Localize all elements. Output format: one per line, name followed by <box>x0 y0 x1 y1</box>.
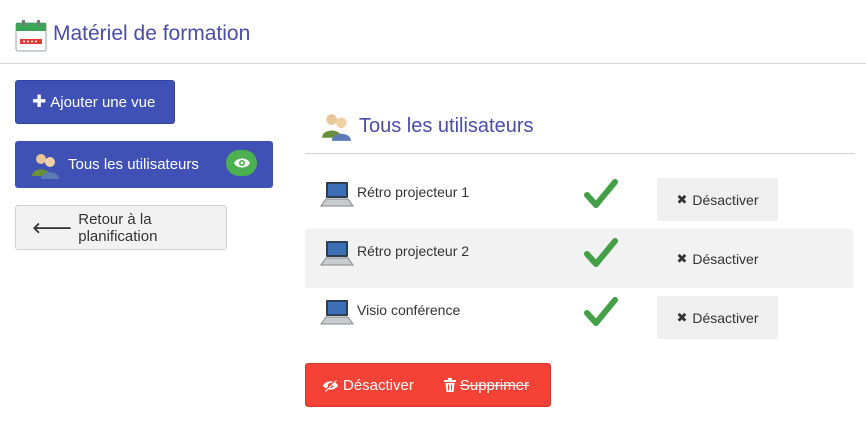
page-title: Matériel de formation <box>53 22 251 45</box>
visible-badge[interactable] <box>226 150 257 176</box>
deactivate-view-button[interactable]: Désactiver <box>322 377 414 394</box>
eye-slash-icon <box>323 378 338 392</box>
close-icon: ✖ <box>676 250 688 266</box>
deactivate-button[interactable]: ✖ Désactiver <box>657 237 778 280</box>
users-icon <box>322 114 351 141</box>
list-item: Rétro projecteur 1 ✖ Désactiver <box>305 170 853 229</box>
plus-icon: ✚ <box>32 92 47 111</box>
arrow-left-icon: 🡐 <box>32 220 73 237</box>
deactivate-view-label: Désactiver <box>343 376 414 394</box>
close-icon: ✖ <box>676 309 688 325</box>
page-header: Matériel de formation <box>0 0 866 64</box>
laptop-icon <box>320 300 354 325</box>
delete-view-label: Supprimer <box>459 376 530 394</box>
item-name: Rétro projecteur 2 <box>357 243 470 259</box>
deactivate-button[interactable]: ✖ Désactiver <box>657 178 778 221</box>
deactivate-label: Désactiver <box>692 191 759 208</box>
calendar-icon <box>15 20 47 52</box>
section-divider <box>305 153 855 154</box>
item-name: Visio conférence <box>357 302 461 318</box>
all-users-label: Tous les utilisateurs <box>68 156 199 173</box>
check-icon <box>584 238 618 267</box>
item-name: Rétro projecteur 1 <box>357 184 470 200</box>
all-users-view-button[interactable]: Tous les utilisateurs <box>15 141 273 188</box>
add-view-button[interactable]: ✚ Ajouter une vue <box>15 80 175 124</box>
list-item: Visio conférence ✖ Désactiver <box>305 288 853 347</box>
check-icon <box>584 297 618 326</box>
laptop-icon <box>320 241 354 266</box>
deactivate-button[interactable]: ✖ Désactiver <box>657 296 778 339</box>
add-view-label: Ajouter une vue <box>50 93 156 111</box>
deactivate-label: Désactiver <box>692 309 759 326</box>
list-item: Rétro projecteur 2 ✖ Désactiver <box>305 229 853 288</box>
users-icon <box>32 153 59 179</box>
deactivate-label: Désactiver <box>692 250 759 267</box>
back-label: Retour à la planification <box>78 210 158 245</box>
back-to-planning-button[interactable]: 🡐 Retour à la planification <box>15 205 227 250</box>
section-header: Tous les utilisateurs <box>320 110 534 142</box>
check-icon <box>584 179 618 208</box>
close-icon: ✖ <box>676 191 688 207</box>
section-title: Tous les utilisateurs <box>359 114 534 137</box>
bulk-actions-bar: Désactiver Supprimer <box>305 363 551 407</box>
laptop-icon <box>320 182 354 207</box>
delete-view-button[interactable]: Supprimer <box>443 376 530 394</box>
eye-icon <box>233 158 250 168</box>
trash-icon <box>443 378 456 392</box>
